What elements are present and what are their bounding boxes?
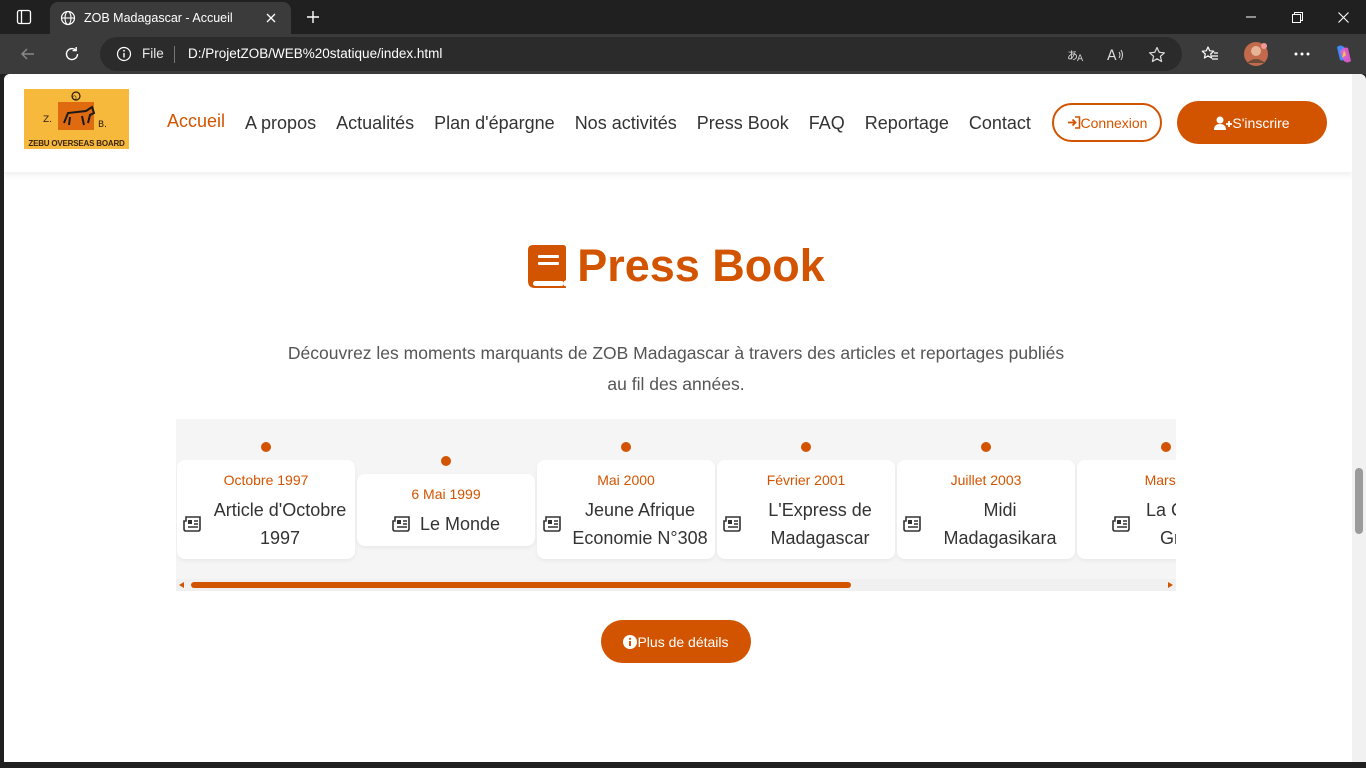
globe-icon: [60, 10, 76, 26]
nav-link-a-propos[interactable]: A propos: [245, 113, 316, 134]
timeline-title: Jeune Afrique Economie N°308: [572, 500, 708, 548]
translate-icon[interactable]: あA: [1064, 43, 1088, 67]
browser-titlebar: ZOB Madagascar - Accueil: [0, 0, 1366, 34]
timeline-date: Octobre 1997: [223, 472, 309, 488]
timeline-title: Le Monde: [419, 514, 501, 534]
more-options-icon[interactable]: [1286, 38, 1318, 70]
nav-link-press-book[interactable]: Press Book: [697, 113, 789, 134]
timeline-scrollbar[interactable]: [176, 579, 1176, 591]
logo-letter-b: B.: [98, 120, 107, 130]
timeline-title: L'Express de Madagascar: [768, 500, 872, 548]
book-icon: [528, 245, 567, 288]
site-info-icon[interactable]: [116, 46, 132, 67]
sign-in-icon: [1067, 116, 1080, 129]
profile-avatar[interactable]: [1240, 38, 1272, 70]
close-window-icon[interactable]: [1320, 0, 1366, 34]
timeline-date: 6 Mai 1999: [411, 486, 481, 502]
newspaper-icon: [392, 516, 410, 532]
address-url[interactable]: D:/ProjetZOB/WEB%20statique/index.html: [188, 46, 442, 61]
nav-link-contact[interactable]: Contact: [969, 113, 1031, 134]
copilot-icon[interactable]: [1328, 38, 1360, 70]
restore-icon[interactable]: [1274, 0, 1320, 34]
site-logo[interactable]: Z. O. B. ZEBU OVERSEAS BOARD: [24, 89, 129, 149]
newspaper-icon: [903, 516, 921, 532]
page-viewport: Z. O. B. ZEBU OVERSEAS BOARD Accueil A p…: [4, 74, 1366, 762]
main-nav: Accueil A propos Actualités Plan d'éparg…: [167, 74, 1051, 172]
timeline-date: Mars 2: [1144, 472, 1176, 488]
timeline-card[interactable]: Février 2001 L'Express de Madagascar: [717, 460, 895, 559]
page-title: Press Book: [577, 240, 825, 291]
timeline-title: Article d'Octobre 1997: [213, 500, 347, 548]
timeline-scroll-thumb[interactable]: [191, 582, 851, 588]
timeline-dot: [441, 456, 451, 466]
nav-link-plan-epargne[interactable]: Plan d'épargne: [434, 113, 555, 134]
nav-link-accueil[interactable]: Accueil: [167, 111, 225, 132]
timeline-card[interactable]: Mars 2 La Gaze Gran: [1077, 460, 1176, 559]
timeline-dot: [981, 442, 991, 452]
timeline-card[interactable]: Juillet 2003 Midi Madagasikara: [897, 460, 1075, 559]
timeline-card[interactable]: Mai 2000 Jeune Afrique Economie N°308: [537, 460, 715, 559]
tab-title: ZOB Madagascar - Accueil: [84, 11, 233, 25]
page-scrollbar[interactable]: [1352, 74, 1366, 762]
site-navbar: Z. O. B. ZEBU OVERSEAS BOARD Accueil A p…: [4, 74, 1352, 172]
newspaper-icon: [543, 516, 561, 532]
browser-tab[interactable]: ZOB Madagascar - Accueil: [50, 2, 291, 34]
scroll-right-arrow-icon[interactable]: [1167, 582, 1173, 588]
timeline-dot: [261, 442, 271, 452]
newspaper-icon: [183, 516, 201, 532]
read-aloud-icon[interactable]: A: [1104, 43, 1128, 67]
user-plus-icon: [1214, 116, 1233, 130]
address-separator: [174, 46, 175, 63]
back-icon[interactable]: [12, 38, 44, 70]
nav-link-nos-activites[interactable]: Nos activités: [575, 113, 677, 134]
nav-link-actualites[interactable]: Actualités: [336, 113, 414, 134]
section-description: Découvrez les moments marquants de ZOB M…: [287, 343, 1065, 394]
login-label: Connexion: [1080, 114, 1148, 131]
tab-actions-icon[interactable]: [8, 5, 40, 29]
signup-label: S'inscrire: [1232, 114, 1290, 131]
nav-link-faq[interactable]: FAQ: [809, 113, 845, 134]
nav-link-reportage[interactable]: Reportage: [865, 113, 949, 134]
address-bar[interactable]: File D:/ProjetZOB/WEB%20statique/index.h…: [100, 37, 1182, 71]
timeline-dot: [621, 442, 631, 452]
newspaper-icon: [723, 516, 741, 532]
timeline-card[interactable]: Octobre 1997 Article d'Octobre 1997: [177, 460, 355, 559]
favorite-star-icon[interactable]: [1145, 43, 1169, 67]
info-circle-icon: [623, 634, 638, 649]
close-tab-icon[interactable]: [261, 8, 281, 28]
favorites-icon[interactable]: [1194, 38, 1226, 70]
newspaper-icon: [1112, 516, 1130, 532]
timeline-date: Juillet 2003: [950, 472, 1022, 488]
window-bottom-edge: [0, 762, 1366, 768]
timeline-date: Février 2001: [766, 472, 846, 488]
details-label: Plus de détails: [637, 633, 729, 650]
browser-toolbar: File D:/ProjetZOB/WEB%20statique/index.h…: [0, 34, 1366, 74]
logo-text: ZEBU OVERSEAS BOARD: [28, 139, 125, 148]
timeline-title: Midi Madagasikara: [943, 500, 1057, 548]
details-button[interactable]: Plus de détails: [601, 620, 751, 663]
scroll-left-arrow-icon[interactable]: [179, 582, 185, 588]
address-scheme: File: [142, 46, 164, 61]
timeline-title: La Gaze Gran: [1145, 500, 1176, 548]
new-tab-icon[interactable]: [300, 5, 326, 29]
logo-letter-o: O.: [72, 95, 78, 102]
svg-text:A: A: [1107, 48, 1117, 63]
timeline-date: Mai 2000: [597, 472, 655, 488]
refresh-icon[interactable]: [56, 38, 88, 70]
section-heading: Press Book: [4, 240, 1348, 292]
svg-text:A: A: [1077, 54, 1084, 63]
timeline-card[interactable]: 6 Mai 1999 Le Monde: [357, 474, 535, 546]
timeline-dot: [1161, 442, 1171, 452]
page-scroll-thumb[interactable]: [1355, 468, 1363, 534]
logo-letter-z: Z.: [43, 115, 52, 125]
timeline-dot: [801, 442, 811, 452]
login-button[interactable]: Connexion: [1052, 103, 1162, 142]
signup-button[interactable]: S'inscrire: [1177, 101, 1327, 144]
press-timeline[interactable]: Octobre 1997 Article d'Octobre 1997 6 Ma…: [176, 419, 1176, 591]
minimize-icon[interactable]: [1228, 0, 1274, 34]
